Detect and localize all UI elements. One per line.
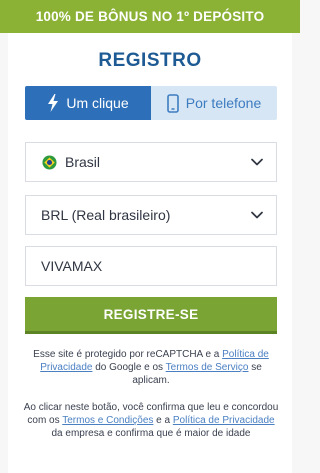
promo-code-value: VIVAMAX — [41, 258, 103, 274]
consent-text-suffix: da empresa e confirma que é maior de ida… — [51, 428, 251, 439]
recaptcha-text-prefix: Esse site é protegido por reCAPTCHA e a — [33, 349, 223, 360]
tab-phone[interactable]: Por telefone — [151, 86, 277, 120]
page-title: REGISTRO — [98, 50, 202, 71]
chevron-down-icon — [250, 155, 264, 172]
promo-code-input[interactable]: VIVAMAX — [25, 246, 277, 286]
phone-icon — [166, 93, 179, 113]
google-terms-link[interactable]: Termos de Serviço — [166, 362, 249, 373]
country-select[interactable]: Brasil — [25, 142, 277, 182]
tab-one-click[interactable]: Um clique — [25, 86, 151, 120]
promo-banner: 100% DE BÔNUS NO 1º DEPÓSITO — [0, 0, 300, 33]
registration-panel: REGISTRO Um clique Por telefone Brasil B… — [8, 33, 292, 473]
consent-notice: Ao clicar neste botão, você confirma que… — [22, 401, 280, 440]
country-value: Brasil — [65, 154, 101, 170]
promo-banner-text: 100% DE BÔNUS NO 1º DEPÓSITO — [35, 9, 265, 24]
recaptcha-text-middle: do Google e os — [92, 362, 166, 373]
register-button-label: REGISTRE-SE — [103, 306, 199, 322]
tab-one-click-label: Um clique — [66, 95, 129, 111]
currency-select[interactable]: BRL (Real brasileiro) — [25, 195, 277, 235]
chevron-down-icon — [250, 208, 264, 225]
tab-phone-label: Por telefone — [185, 95, 262, 111]
brazil-flag-icon — [42, 154, 57, 170]
consent-text-middle: e a — [153, 415, 173, 426]
currency-value: BRL (Real brasileiro) — [41, 207, 171, 223]
register-button[interactable]: REGISTRE-SE — [25, 297, 277, 334]
lightning-icon — [47, 94, 59, 112]
privacy-policy-link[interactable]: Política de Privacidade — [173, 415, 275, 426]
recaptcha-notice: Esse site é protegido por reCAPTCHA e a … — [22, 348, 280, 387]
registration-method-tabs: Um clique Por telefone — [25, 86, 277, 120]
terms-conditions-link[interactable]: Termos e Condições — [62, 415, 153, 426]
